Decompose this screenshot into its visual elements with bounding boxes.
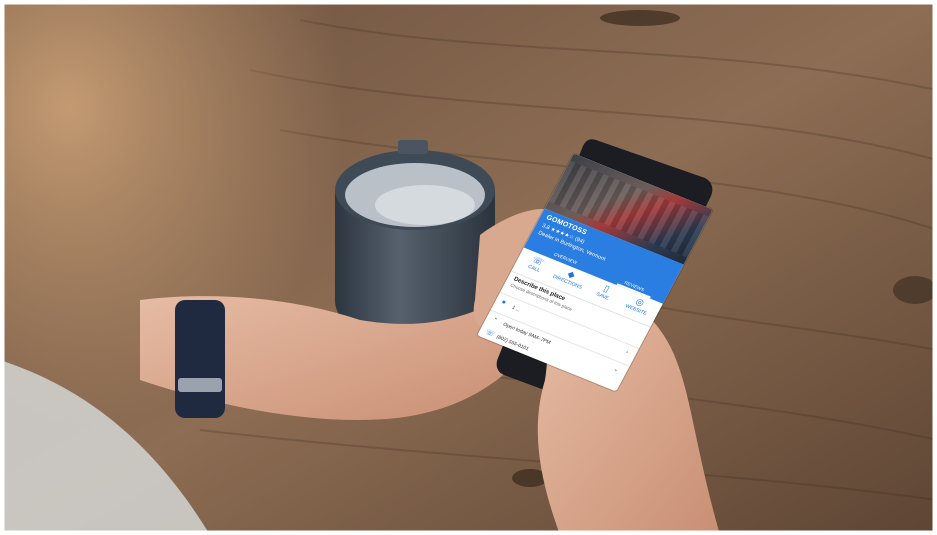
address-text: 1 ... <box>510 304 522 314</box>
mug <box>335 140 495 342</box>
chevron-down-icon: ⌄ <box>612 366 620 374</box>
clock-icon: ◔ <box>491 315 499 324</box>
photo-scene: GOMOTOSS 3.8 ★★★★☆ (94) Dealer in Burlin… <box>0 0 937 535</box>
location-pin-icon: ● <box>500 298 508 307</box>
watch <box>175 300 225 418</box>
phone-icon: ☏ <box>484 328 496 339</box>
photo-background <box>0 0 937 535</box>
chevron-right-icon: › <box>624 349 630 356</box>
